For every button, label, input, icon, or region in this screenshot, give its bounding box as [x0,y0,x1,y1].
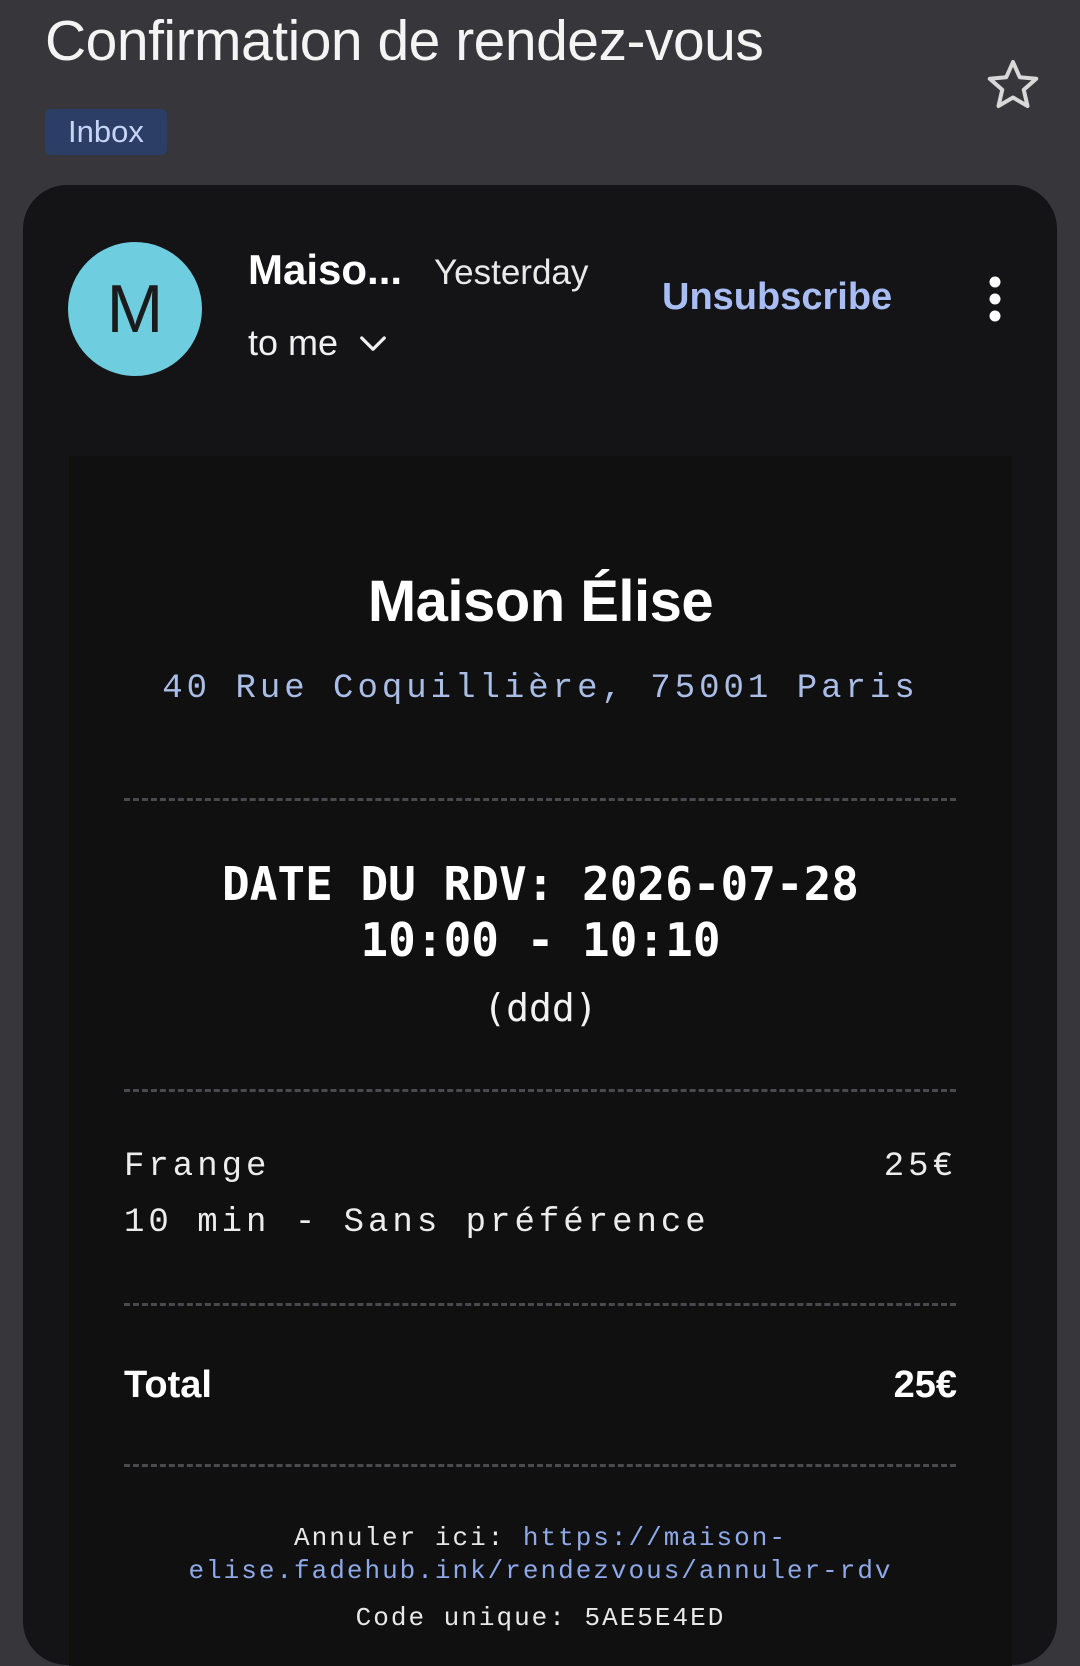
sender-name[interactable]: Maiso... [248,246,402,294]
service-name: Frange [124,1148,271,1186]
appointment-time: 10:00 - 10:10 [360,913,721,967]
divider [124,1464,956,1467]
chevron-down-icon [360,336,386,351]
divider [124,1303,956,1306]
shop-address: 40 Rue Coquillière, 75001 Paris [162,670,919,708]
avatar[interactable]: M [68,242,202,376]
recipient-label: to me [248,322,339,363]
receipt: Maison Élise 40 Rue Coquillière, 75001 P… [69,456,1012,1666]
cancel-label: Annuler ici: [294,1523,506,1553]
code-label: Code unique: [355,1603,567,1633]
more-vert-icon[interactable] [980,274,1010,324]
appointment-datetime: DATE DU RDV: 2026-07-28 10:00 - 10:10 [69,856,1012,968]
unsubscribe-button[interactable]: Unsubscribe [662,276,892,319]
total-label: Total [124,1364,212,1406]
code-value: 5AE5E4ED [584,1603,726,1633]
timestamp: Yesterday [434,253,589,292]
cancel-section: Annuler ici: https://maison-elise.fadehu… [69,1522,1012,1588]
inbox-label[interactable]: Inbox [45,109,167,155]
divider [124,798,956,801]
total-value: 25€ [893,1364,957,1406]
service-price: 25€ [883,1148,957,1186]
service-detail: 10 min - Sans préférence [124,1204,710,1242]
shop-name: Maison Élise [367,569,714,634]
star-icon[interactable] [983,55,1043,115]
appointment-date: DATE DU RDV: 2026-07-28 [222,857,859,911]
recipient-details-toggle[interactable]: to me [248,322,388,364]
appointment-day: (ddd) [483,986,598,1030]
email-subject: Confirmation de rendez-vous [45,9,764,73]
unique-code: Code unique: 5AE5E4ED [69,1603,1012,1633]
divider [124,1089,956,1092]
